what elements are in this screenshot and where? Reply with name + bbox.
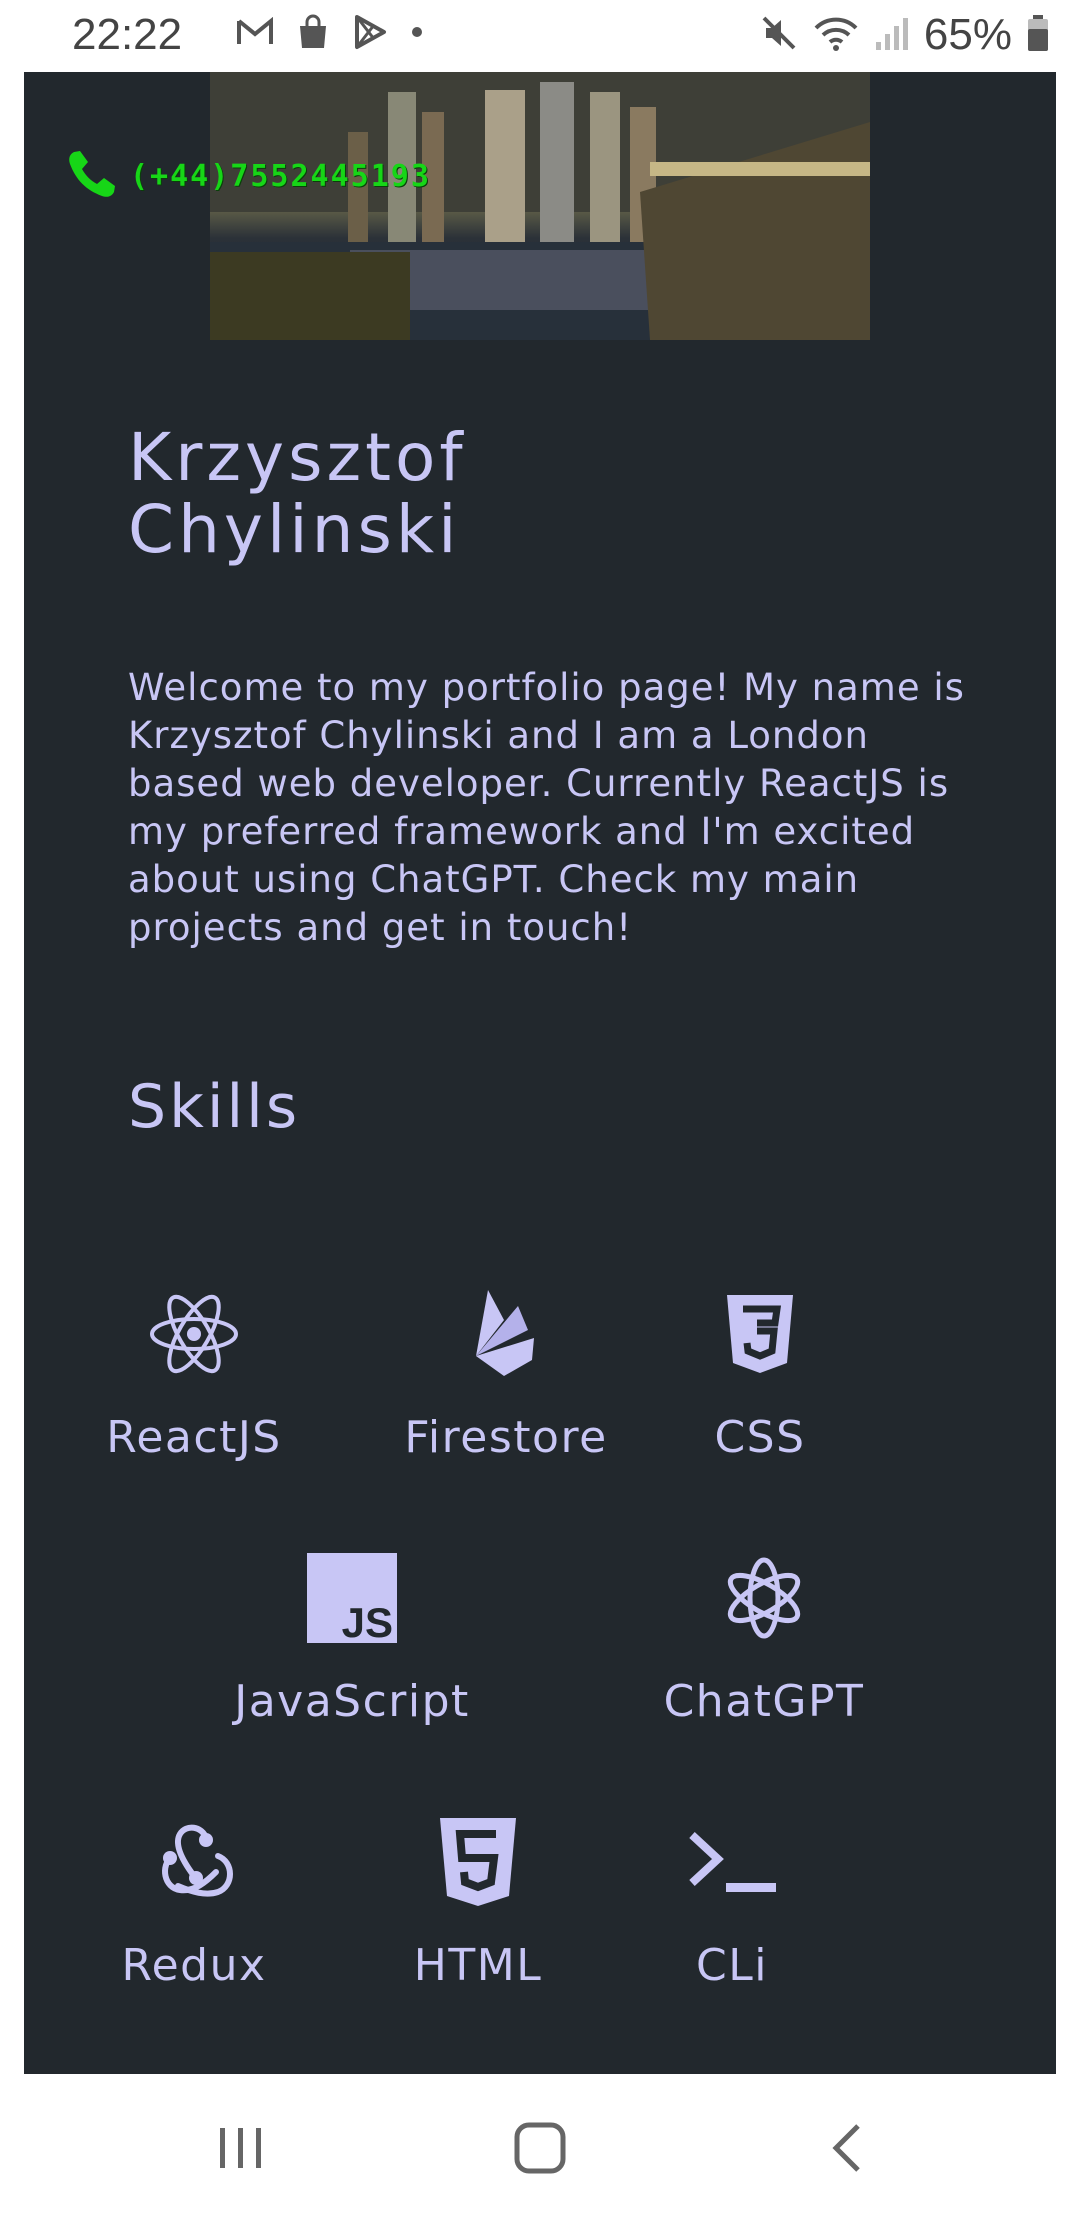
wifi-icon [812, 14, 860, 57]
navigation-bar [0, 2074, 1080, 2220]
system-icons: 65% [760, 10, 1050, 60]
skill-javascript: JS JavaScript [222, 1550, 482, 1727]
recent-apps-icon[interactable] [214, 2120, 270, 2180]
name-last: Chylinski [128, 491, 461, 568]
back-icon[interactable] [820, 2120, 876, 2180]
profile-name: Krzysztof Chylinski [128, 422, 467, 566]
skill-cli: CLi [602, 1814, 862, 1991]
phone-link[interactable]: (+44)7552445193 [64, 146, 431, 206]
status-time: 22:22 [72, 10, 183, 59]
javascript-icon: JS [307, 1553, 397, 1647]
svg-text:JS: JS [342, 1599, 393, 1643]
play-store-icon [352, 14, 388, 55]
home-icon[interactable] [512, 2120, 570, 2180]
signal-icon [874, 14, 910, 57]
mute-icon [760, 14, 798, 57]
dot-icon [410, 25, 424, 44]
portfolio-page: (+44)7552445193 Krzysztof Chylinski Welc… [24, 72, 1056, 2074]
battery-icon [1026, 13, 1050, 58]
phone-icon [64, 146, 120, 206]
status-bar: 22:22 65% [0, 0, 1080, 72]
terminal-icon [686, 1827, 778, 1901]
skill-label: CSS [714, 1412, 806, 1463]
skill-label: JavaScript [234, 1676, 470, 1727]
name-first: Krzysztof [128, 419, 467, 496]
notification-icons [236, 14, 424, 55]
firestore-icon [470, 1286, 542, 1386]
skill-css: CSS [630, 1286, 890, 1463]
skill-redux: Redux [64, 1814, 324, 1991]
shopping-bag-icon [296, 14, 330, 55]
skill-chatgpt: ChatGPT [634, 1550, 894, 1727]
skill-label: CLi [696, 1940, 768, 1991]
skill-label: ReactJS [106, 1412, 282, 1463]
react-icon [148, 1292, 240, 1380]
css3-icon [725, 1293, 795, 1379]
skill-label: Firestore [404, 1412, 608, 1463]
london-skyline-image [210, 72, 870, 340]
skill-reactjs: ReactJS [64, 1286, 324, 1463]
phone-number: (+44)7552445193 [130, 158, 431, 194]
skill-firestore: Firestore [376, 1286, 636, 1463]
intro-paragraph: Welcome to my portfolio page! My name is… [128, 666, 965, 949]
gmail-icon [236, 16, 274, 52]
skill-label: ChatGPT [663, 1676, 865, 1727]
redux-icon [146, 1816, 242, 1912]
skills-heading: Skills [128, 1072, 301, 1142]
battery-percent: 65% [923, 10, 1012, 59]
chatgpt-icon [718, 1552, 810, 1648]
skill-label: Redux [121, 1940, 267, 1991]
skill-label: HTML [413, 1940, 543, 1991]
html5-icon [438, 1816, 518, 1912]
skill-html: HTML [348, 1814, 608, 1991]
